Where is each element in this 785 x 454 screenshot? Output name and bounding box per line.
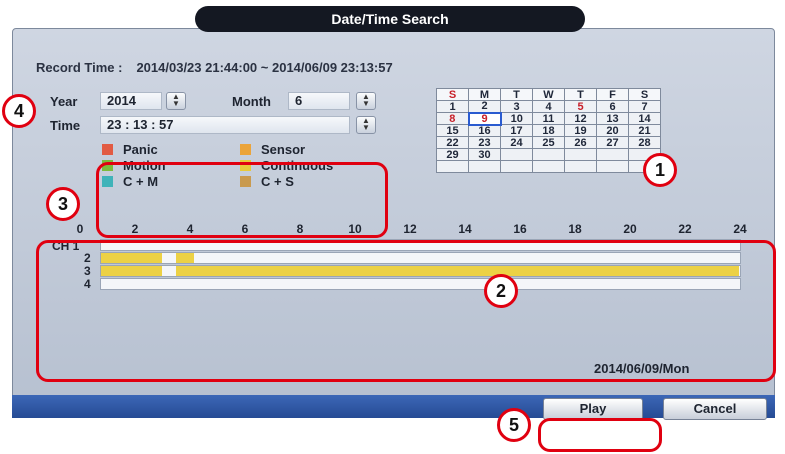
play-button[interactable]: Play: [543, 398, 643, 420]
annotation-box-legend: [96, 162, 388, 238]
calendar-day[interactable]: 29: [436, 148, 469, 161]
calendar-day[interactable]: 4: [532, 100, 565, 113]
calendar-day[interactable]: 24: [500, 136, 533, 149]
calendar-day[interactable]: 25: [532, 136, 565, 149]
calendar-day[interactable]: 1: [436, 100, 469, 113]
hour-tick-label: 18: [568, 222, 582, 236]
spin-down-icon: ▼: [362, 99, 370, 108]
year-field[interactable]: 2014: [100, 92, 162, 110]
annotation-badge-5: 5: [497, 408, 531, 442]
calendar-day[interactable]: 3: [500, 100, 533, 113]
calendar-day[interactable]: 14: [628, 112, 661, 125]
annotation-box-play: [538, 418, 662, 452]
hour-tick-label: 12: [403, 222, 417, 236]
calendar-day[interactable]: 23: [468, 136, 501, 149]
month-field[interactable]: 6: [288, 92, 350, 110]
year-label: Year: [50, 94, 78, 109]
weekday-header: T: [564, 88, 597, 101]
hour-tick-label: 22: [678, 222, 692, 236]
calendar-day[interactable]: 22: [436, 136, 469, 149]
calendar-empty-cell: [532, 148, 565, 161]
time-spinner[interactable]: ▲ ▼: [356, 116, 376, 134]
weekday-header: W: [532, 88, 565, 101]
annotation-badge-1: 1: [643, 153, 677, 187]
record-time: Record Time : 2014/03/23 21:44:00 ~ 2014/…: [36, 60, 393, 75]
calendar-day[interactable]: 10: [500, 112, 533, 125]
calendar: S M T W T F S 1 2 3 4 5 6 7 8 9 10 11 12 13 14 15 16 17 18 19 20 21…: [436, 88, 661, 173]
window-title: Date/Time Search: [195, 6, 585, 32]
calendar-empty-cell: [500, 160, 533, 173]
record-time-label: Record Time :: [36, 60, 123, 75]
calendar-day[interactable]: 20: [596, 124, 629, 137]
calendar-day[interactable]: 12: [564, 112, 597, 125]
panic-swatch: [102, 144, 113, 155]
spin-down-icon: ▼: [362, 123, 370, 132]
calendar-empty-cell: [532, 160, 565, 173]
sensor-swatch: [240, 144, 251, 155]
calendar-empty-cell: [596, 148, 629, 161]
weekday-header: F: [596, 88, 629, 101]
hour-tick-label: 20: [623, 222, 637, 236]
calendar-day[interactable]: 9: [467, 111, 502, 126]
hour-tick-label: 14: [458, 222, 472, 236]
calendar-day[interactable]: 26: [564, 136, 597, 149]
hour-tick-label: 0: [76, 222, 84, 236]
calendar-day[interactable]: 30: [468, 148, 501, 161]
time-field[interactable]: 23 : 13 : 57: [100, 116, 350, 134]
calendar-day[interactable]: 17: [500, 124, 533, 137]
calendar-empty-cell: [596, 160, 629, 173]
calendar-day[interactable]: 28: [628, 136, 661, 149]
annotation-box-timeline: [36, 240, 776, 382]
legend-panic: Panic: [102, 142, 158, 157]
hour-tick-label: 16: [513, 222, 527, 236]
month-label: Month: [232, 94, 271, 109]
calendar-empty-cell: [468, 160, 501, 173]
calendar-day[interactable]: 15: [436, 124, 469, 137]
calendar-day[interactable]: 5: [564, 100, 597, 113]
annotation-badge-4: 4: [2, 94, 36, 128]
bottom-bar: [12, 395, 775, 418]
annotation-badge-2: 2: [484, 274, 518, 308]
calendar-day[interactable]: 2: [468, 100, 501, 113]
month-spinner[interactable]: ▲ ▼: [356, 92, 376, 110]
cancel-button[interactable]: Cancel: [663, 398, 767, 420]
weekday-header: M: [468, 88, 501, 101]
calendar-day[interactable]: 18: [532, 124, 565, 137]
calendar-day[interactable]: 7: [628, 100, 661, 113]
calendar-empty-cell: [500, 148, 533, 161]
calendar-day[interactable]: 16: [468, 124, 501, 137]
spin-down-icon: ▼: [172, 99, 180, 108]
calendar-day[interactable]: 6: [596, 100, 629, 113]
weekday-header: S: [436, 88, 469, 101]
calendar-day[interactable]: 19: [564, 124, 597, 137]
calendar-day[interactable]: 8: [436, 112, 469, 125]
calendar-day[interactable]: 11: [532, 112, 565, 125]
weekday-header: T: [500, 88, 533, 101]
calendar-day[interactable]: 13: [596, 112, 629, 125]
annotation-badge-3: 3: [46, 187, 80, 221]
record-time-value: 2014/03/23 21:44:00 ~ 2014/06/09 23:13:5…: [136, 60, 393, 75]
calendar-empty-cell: [436, 160, 469, 173]
hour-tick-label: 24: [733, 222, 747, 236]
calendar-day[interactable]: 21: [628, 124, 661, 137]
year-spinner[interactable]: ▲ ▼: [166, 92, 186, 110]
weekday-header: S: [628, 88, 661, 101]
time-label: Time: [50, 118, 81, 133]
calendar-empty-cell: [564, 148, 597, 161]
calendar-empty-cell: [564, 160, 597, 173]
calendar-day[interactable]: 27: [596, 136, 629, 149]
legend-sensor: Sensor: [240, 142, 305, 157]
